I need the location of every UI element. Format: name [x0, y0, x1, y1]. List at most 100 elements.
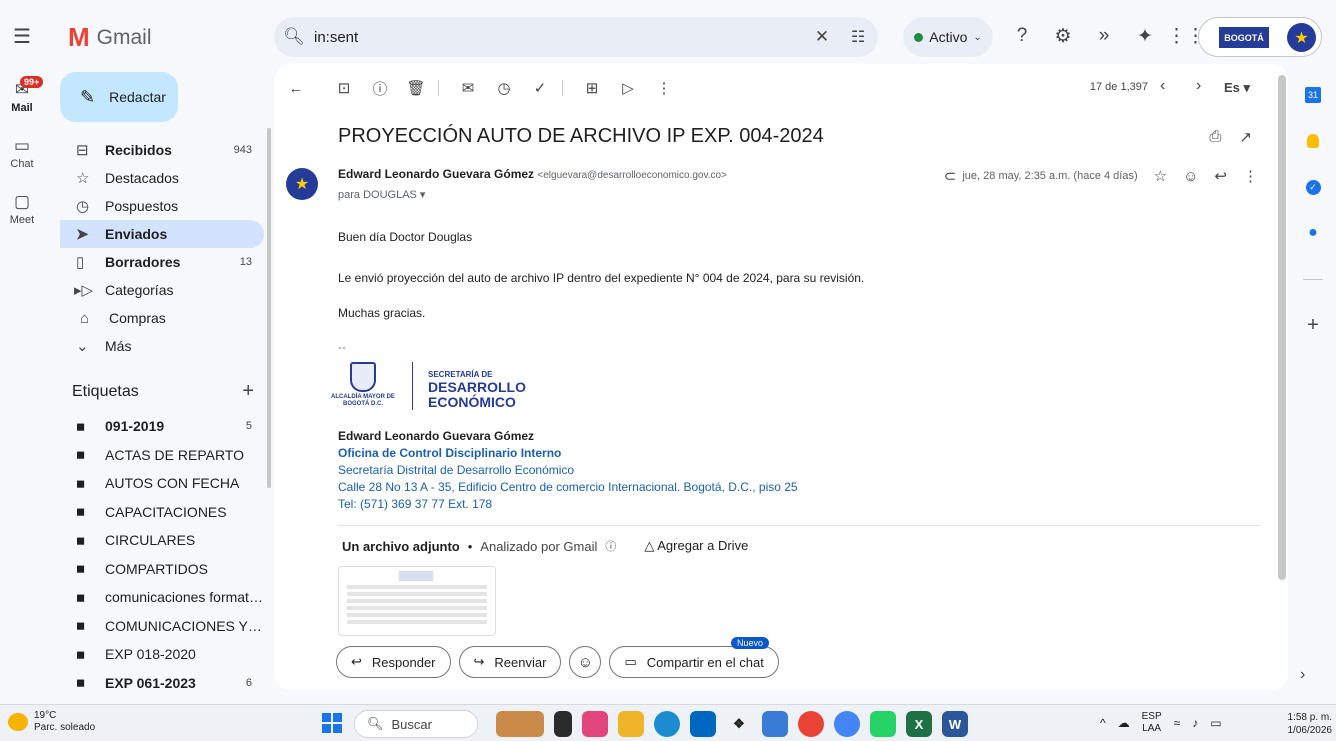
label-item[interactable]: ◼ EXP 018-2020	[60, 640, 264, 669]
input-language-indicator[interactable]: ESP LAA	[1142, 711, 1162, 735]
copilot-icon[interactable]	[582, 711, 608, 737]
add-label-icon[interactable]: +	[242, 380, 262, 403]
gemini-sparkle-icon[interactable]: ✦	[1131, 22, 1159, 50]
cloud-sync-icon[interactable]: ☁	[1118, 716, 1130, 730]
excel-icon[interactable]: X	[906, 711, 932, 737]
archive-icon[interactable]: ⊡	[332, 76, 356, 100]
clear-search-icon[interactable]: ✕	[806, 27, 838, 47]
emoji-react-icon[interactable]: ☺	[1183, 168, 1198, 185]
attachment-thumbnail[interactable]	[338, 566, 496, 636]
chrome-profile-icon[interactable]	[834, 711, 860, 737]
tray-expand-icon[interactable]: ^	[1100, 716, 1106, 730]
main-menu-icon[interactable]: ☰	[8, 22, 36, 50]
nav-item-drafts[interactable]: ▯ Borradores 13	[60, 248, 264, 276]
delete-trash-icon[interactable]: 🗑︎	[404, 76, 428, 100]
label-icon[interactable]: ▷	[616, 76, 640, 100]
forward-button[interactable]: ↪ Reenviar	[458, 646, 562, 678]
nav-item-inbox[interactable]: ⊟ Recibidos 943	[60, 136, 264, 164]
file-explorer-icon[interactable]	[618, 711, 644, 737]
emoji-reaction-button[interactable]: ☺	[569, 646, 602, 678]
rail-item-mail[interactable]: ✉ 99+ Mail	[0, 72, 44, 128]
gmail-logo[interactable]: M Gmail	[68, 22, 152, 53]
label-item[interactable]: ◼ COMUNICACIONES Y/O ...	[60, 612, 264, 641]
input-language-selector[interactable]: Es ▾	[1224, 80, 1250, 96]
photos-icon[interactable]	[762, 711, 788, 737]
nav-item-more[interactable]: ⌄ Más	[60, 332, 264, 360]
calendar-icon[interactable]: 31	[1296, 72, 1330, 118]
search-bar[interactable]: 🔍︎ in:sent ✕ ☷	[274, 17, 878, 57]
contacts-person-icon[interactable]: ●	[1296, 210, 1330, 256]
label-item[interactable]: ◼ ACTAS DE REPARTO	[60, 441, 264, 470]
open-new-window-icon[interactable]: ↗	[1239, 128, 1252, 146]
expand-panel-chevron-icon[interactable]: ›	[1300, 666, 1305, 684]
more-vertical-icon[interactable]: ⋮	[1243, 167, 1258, 185]
report-spam-icon[interactable]: ⓘ	[368, 76, 392, 100]
snooze-clock-icon[interactable]: ◷	[492, 76, 516, 100]
whatsapp-icon[interactable]	[870, 711, 896, 737]
sidebar-scrollbar[interactable]	[267, 128, 271, 488]
reply-arrow-icon[interactable]: ↩	[1214, 167, 1227, 185]
volume-icon[interactable]: ♪	[1192, 716, 1198, 730]
system-clock[interactable]: 1:58 p. m. 1/06/2026	[1276, 711, 1333, 737]
account-switcher[interactable]: BOGOTÁ ★	[1198, 17, 1322, 57]
nav-item-purchases[interactable]: ⌂ Compras	[60, 304, 264, 332]
word-icon[interactable]: W	[942, 711, 968, 737]
label-item[interactable]: ◼ COMPARTIDOS	[60, 555, 264, 584]
battery-icon[interactable]: ▭	[1210, 716, 1221, 730]
mark-unread-icon[interactable]: ✉	[456, 76, 480, 100]
more-vertical-icon[interactable]: ⋮	[652, 76, 676, 100]
reply-button[interactable]: ↩ Responder	[336, 646, 451, 678]
weather-widget[interactable]: 19°C Parc. soleado	[8, 710, 95, 734]
search-icon[interactable]: 🔍︎	[274, 27, 314, 47]
add-task-icon[interactable]: ✓	[528, 76, 552, 100]
taskbar-search[interactable]: 🔍︎ Buscar	[354, 710, 478, 738]
keep-bulb-icon[interactable]	[1296, 118, 1330, 164]
status-selector[interactable]: Activo ⌄	[903, 17, 993, 57]
wifi-icon[interactable]: ≈	[1174, 716, 1181, 730]
share-in-chat-button[interactable]: ▭ Compartir en el chat	[609, 646, 779, 678]
add-to-drive-button[interactable]: △ Agregar a Drive	[644, 538, 748, 554]
dropbox-icon[interactable]: ❖	[726, 711, 752, 737]
nav-item-starred[interactable]: ☆ Destacados	[60, 164, 264, 192]
print-icon[interactable]: ⎙	[1209, 128, 1221, 146]
recipient-line[interactable]: para DOUGLAS ▾	[338, 188, 425, 201]
clock-time: 1:58 p. m.	[1287, 712, 1332, 723]
label-item[interactable]: ◼ AUTOS CON FECHA	[60, 469, 264, 498]
task-view-icon[interactable]	[554, 711, 572, 737]
news-widget-icon[interactable]	[496, 711, 544, 737]
nav-item-snoozed[interactable]: ◷ Pospuestos	[60, 192, 264, 220]
rail-item-chat[interactable]: ▭ Chat	[0, 128, 44, 184]
search-options-icon[interactable]: ☷	[838, 27, 878, 47]
nav-item-categories[interactable]: ▸▷ Categorías	[60, 276, 264, 304]
top-bar: ☰ M Gmail 🔍︎ in:sent ✕ ☷ Activo ⌄ ? ⚙ » …	[0, 0, 1336, 72]
prev-page-icon[interactable]: ‹	[1160, 77, 1165, 95]
account-avatar[interactable]: ★	[1287, 23, 1316, 52]
google-apps-grid-icon[interactable]: ⋮⋮	[1167, 22, 1205, 50]
compose-button[interactable]: ✎ Redactar	[60, 72, 178, 122]
label-item[interactable]: ◼ 091-2019 5	[60, 412, 264, 441]
star-icon[interactable]: ☆	[1154, 167, 1167, 185]
nav-item-sent[interactable]: ➤ Enviados	[60, 220, 264, 248]
info-icon[interactable]: ⓘ	[605, 538, 616, 554]
rail-item-meet[interactable]: ▢ Meet	[0, 184, 44, 240]
label-item[interactable]: ◼ CIRCULARES	[60, 526, 264, 555]
edge-browser-icon[interactable]	[654, 711, 680, 737]
windows-start-icon[interactable]	[322, 713, 342, 733]
label-item[interactable]: ◼ comunicaciones formato...	[60, 583, 264, 612]
chrome-icon[interactable]	[798, 711, 824, 737]
next-page-icon[interactable]: ›	[1196, 77, 1201, 95]
settings-gear-icon[interactable]: ⚙	[1049, 22, 1077, 50]
tasks-check-icon[interactable]: ✓	[1296, 164, 1330, 210]
add-addon-icon[interactable]: +	[1296, 302, 1330, 348]
label-item[interactable]: ◼ EXP 061-2023 6	[60, 669, 264, 698]
preview-line	[347, 620, 487, 624]
message-scrollbar[interactable]	[1278, 75, 1286, 580]
store-icon[interactable]	[690, 711, 716, 737]
help-icon[interactable]: ?	[1008, 22, 1036, 50]
sender-avatar[interactable]: ★	[286, 168, 318, 200]
label-item[interactable]: ◼ CAPACITACIONES	[60, 498, 264, 527]
back-arrow-icon[interactable]: ←	[284, 76, 308, 100]
apps-script-icon[interactable]: »	[1090, 22, 1118, 50]
search-input[interactable]: in:sent	[314, 29, 806, 46]
move-to-icon[interactable]: ⊞	[580, 76, 604, 100]
